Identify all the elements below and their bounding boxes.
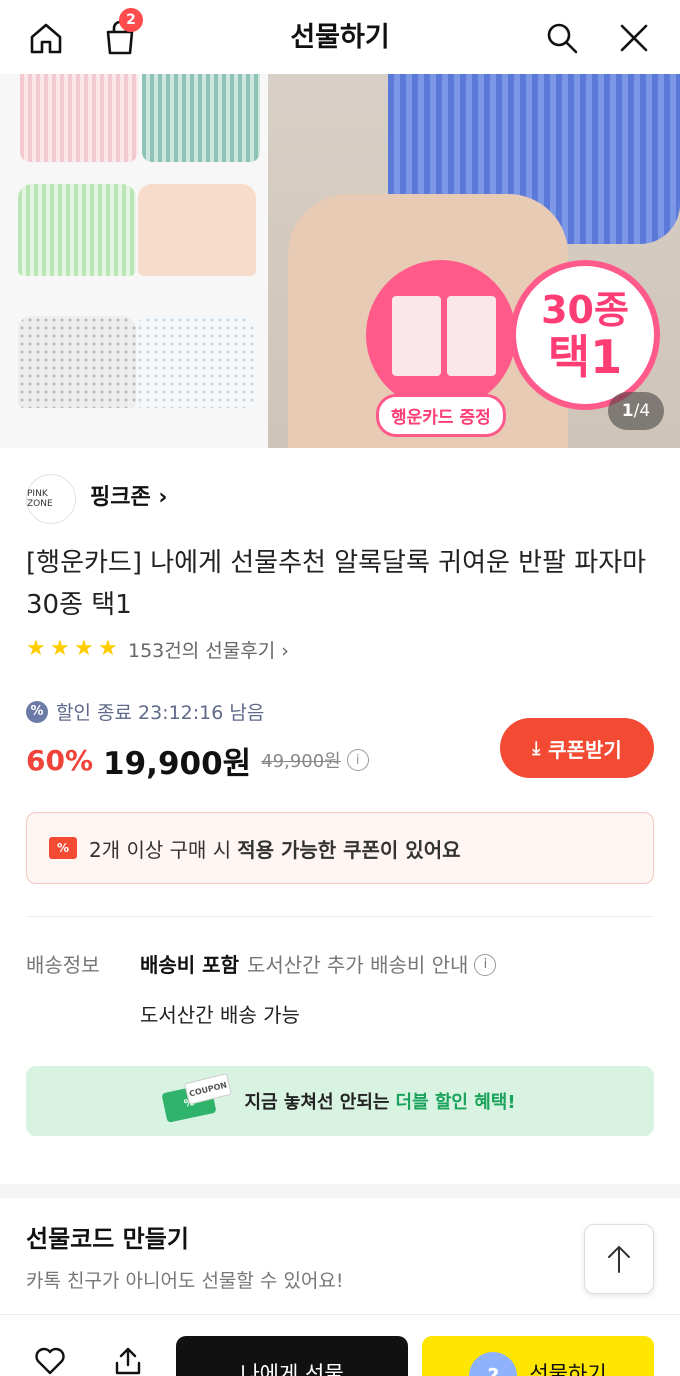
coupon-notice-banner[interactable]: % 2개 이상 구매 시 적용 가능한 쿠폰이 있어요 [26, 812, 654, 884]
shipping-info: 배송비 포함 도서산간 추가 배송비 안내 i [140, 950, 502, 980]
share-icon[interactable] [110, 1343, 146, 1376]
star-icon: ★ [74, 636, 94, 661]
gift-code-title[interactable]: 선물코드 만들기 [26, 1222, 189, 1256]
pager-total: /4 [633, 401, 651, 421]
gift-code-subtitle: 카톡 친구가 아니어도 선물할 수 있어요! [26, 1270, 344, 1292]
shirt-mint [142, 74, 260, 162]
send-gift-button[interactable]: ? 선물하기 [422, 1336, 654, 1376]
coupon-ticket-icon: % [49, 837, 77, 859]
gift-to-me-button[interactable]: 나에게 선물 [176, 1336, 408, 1376]
remote-shipping: 도서산간 배송 가능 [140, 1003, 300, 1027]
seller-logo[interactable]: PINK ZONE [26, 474, 76, 524]
chevron-right-icon: › [158, 485, 168, 510]
seller-link[interactable]: 핑크존 › [90, 482, 167, 514]
review-count-link[interactable]: 153건의 선물후기 › [128, 636, 289, 663]
promo-circle: 30종 택1 [510, 260, 660, 410]
remote-area-fee-text: 도서산간 추가 배송비 안내 [246, 953, 469, 977]
chevron-right-icon: › [281, 639, 289, 662]
image-pager: 1/4 [608, 392, 664, 430]
review-count: 153건의 선물후기 [128, 639, 276, 662]
pager-current: 1 [621, 401, 634, 421]
info-icon[interactable]: i [346, 749, 369, 771]
promo-top: 30종 [541, 288, 629, 332]
lucky-card-images [392, 296, 496, 376]
gift-card-label: 행운카드 증정 [376, 394, 506, 437]
star-icon: ★ [98, 636, 118, 661]
discount-badge-icon: % [26, 700, 48, 723]
coupon-art-icon: % COUPON [161, 1073, 233, 1124]
divider [26, 916, 654, 917]
shirt-white-floral [136, 316, 254, 408]
coupon-ticket-white: COUPON [184, 1073, 233, 1105]
seller-name: 핑크존 [90, 485, 151, 510]
double-banner-text: 지금 놓쳐선 안되는 [244, 1092, 390, 1113]
search-icon[interactable] [542, 18, 582, 58]
promo-bottom: 택1 [547, 330, 623, 384]
star-icon: ★ [26, 636, 46, 661]
get-coupon-button[interactable]: ⤓ 쿠폰받기 [500, 718, 654, 778]
download-icon: ⤓ [532, 737, 541, 759]
shirt-grey-floral [18, 316, 136, 408]
discount-timer: % 할인 종료 23:12:16 남음 [26, 698, 264, 725]
close-icon[interactable] [614, 18, 654, 58]
coupon-notice-text: 2개 이상 구매 시 [89, 837, 232, 862]
section-separator [0, 1184, 680, 1198]
info-icon[interactable]: i [474, 954, 497, 976]
coupon-button-label: 쿠폰받기 [548, 737, 622, 762]
timer-text: 할인 종료 23:12:16 남음 [56, 702, 265, 724]
heart-icon[interactable] [32, 1343, 68, 1376]
coupon-notice-bold: 적용 가능한 쿠폰이 있어요 [237, 837, 461, 862]
top-header: 2 선물하기 [0, 0, 680, 74]
shipping-label: 배송정보 [26, 953, 100, 977]
product-image-carousel[interactable]: 30종 택1 행운카드 증정 1/4 [0, 74, 680, 448]
send-gift-label: 선물하기 [529, 1362, 607, 1376]
discount-rate: 60% [26, 743, 94, 777]
double-banner-highlight: 더블 할인 혜택! [395, 1092, 516, 1113]
gift-to-me-label: 나에게 선물 [240, 1362, 344, 1376]
shipping-included: 배송비 포함 [140, 953, 239, 977]
scroll-to-top-button[interactable] [584, 1224, 654, 1294]
double-discount-banner[interactable]: % COUPON 지금 놓쳐선 안되는 더블 할인 혜택! [26, 1066, 654, 1136]
seller-logo-text: PINK ZONE [27, 489, 53, 509]
shirt-pink [20, 74, 138, 162]
shirt-green [18, 184, 136, 276]
product-title: [행운카드] 나에게 선물추천 알록달록 귀여운 반팔 파자마 30종 택1 [26, 548, 647, 620]
shirt-peach [138, 184, 256, 276]
pajama-color-grid [0, 74, 268, 448]
rating-row[interactable]: ★ ★ ★ ★ 153건의 선물후기 › [26, 634, 289, 664]
sale-price: 19,900원 [103, 745, 252, 782]
original-price: 49,900원 [261, 751, 341, 772]
gift-circle-icon: ? [469, 1352, 518, 1376]
star-icon: ★ [50, 636, 70, 661]
arrow-up-icon [608, 1245, 630, 1273]
price-row: 60% 19,900원 49,900원 i [26, 738, 369, 782]
